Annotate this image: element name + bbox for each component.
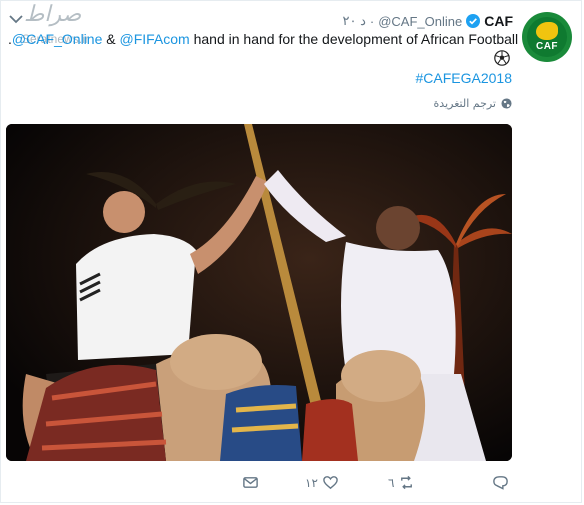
africa-map-icon <box>536 22 558 40</box>
tweet-text: .@CAF_Online & @FIFAcom hand in hand for… <box>8 31 518 47</box>
hashtag-link[interactable]: #CAFEGA2018 <box>416 70 513 86</box>
mention-fifa[interactable]: @FIFAcom <box>119 31 189 47</box>
tweet-amp: & <box>102 31 120 47</box>
account-name[interactable]: CAF <box>484 13 513 29</box>
globe-icon <box>501 98 512 109</box>
reply-button[interactable] <box>492 474 509 491</box>
reply-icon <box>493 476 508 490</box>
retweet-button[interactable]: ٦ <box>388 474 415 491</box>
heart-icon <box>323 476 338 490</box>
separator-dot: · <box>369 13 375 29</box>
retweet-icon <box>401 475 413 490</box>
tweet-actions: ١٢ ٦ <box>242 474 512 494</box>
watermark-logo: صراط <box>24 2 82 27</box>
translate-tweet-link[interactable]: ترجم التغريدة <box>434 97 512 110</box>
tweet-photo[interactable] <box>6 124 512 461</box>
tweet-time[interactable]: ۲۰ د <box>342 13 365 29</box>
tweet-body: hand in hand for the development of Afri… <box>189 31 519 47</box>
like-button[interactable]: ١٢ <box>305 474 339 491</box>
like-count: ١٢ <box>305 475 318 490</box>
mail-icon <box>243 477 258 488</box>
avatar[interactable]: CAF <box>522 12 572 62</box>
soccer-ball-icon <box>494 50 510 66</box>
mention-caf[interactable]: @CAF_Online <box>12 31 102 47</box>
tweet-header: ۲۰ د · @CAF_Online CAF <box>342 12 513 30</box>
photo-illustration <box>6 124 512 461</box>
dm-button[interactable] <box>242 474 259 491</box>
verified-badge-icon <box>466 14 481 28</box>
account-handle[interactable]: @CAF_Online <box>378 14 462 29</box>
retweet-count: ٦ <box>388 475 395 490</box>
avatar-label: CAF <box>535 41 559 52</box>
translate-label: ترجم التغريدة <box>433 97 496 110</box>
